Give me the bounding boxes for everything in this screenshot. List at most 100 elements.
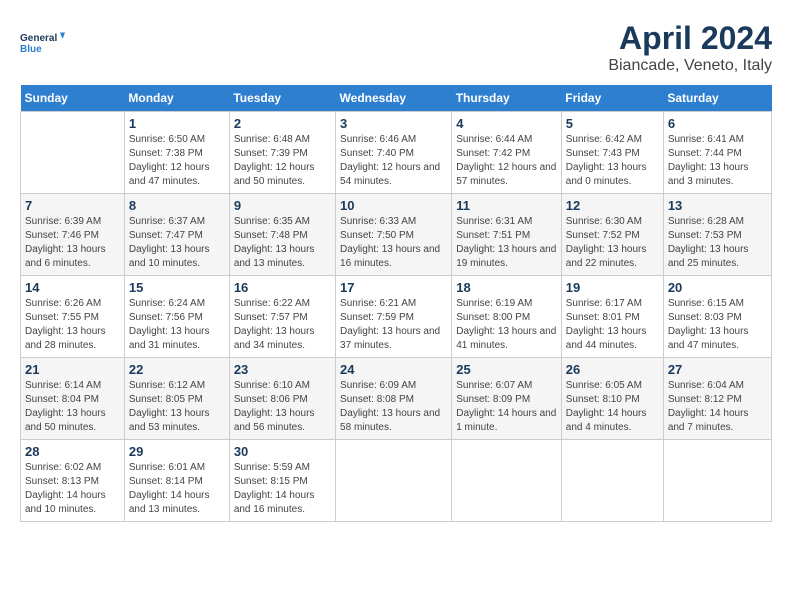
calendar-day-cell: 29 Sunrise: 6:01 AMSunset: 8:14 PMDaylig… <box>124 440 229 522</box>
calendar-day-cell: 23 Sunrise: 6:10 AMSunset: 8:06 PMDaylig… <box>229 358 335 440</box>
day-number: 14 <box>25 280 120 295</box>
calendar-day-cell: 27 Sunrise: 6:04 AMSunset: 8:12 PMDaylig… <box>663 358 771 440</box>
header-sunday: Sunday <box>21 85 125 112</box>
day-number: 28 <box>25 444 120 459</box>
calendar-day-cell: 18 Sunrise: 6:19 AMSunset: 8:00 PMDaylig… <box>452 276 562 358</box>
calendar-day-cell: 1 Sunrise: 6:50 AMSunset: 7:38 PMDayligh… <box>124 112 229 194</box>
calendar-day-cell: 21 Sunrise: 6:14 AMSunset: 8:04 PMDaylig… <box>21 358 125 440</box>
calendar-day-cell: 11 Sunrise: 6:31 AMSunset: 7:51 PMDaylig… <box>452 194 562 276</box>
header-saturday: Saturday <box>663 85 771 112</box>
day-info: Sunrise: 6:31 AMSunset: 7:51 PMDaylight:… <box>456 215 557 271</box>
day-info: Sunrise: 6:39 AMSunset: 7:46 PMDaylight:… <box>25 215 120 271</box>
calendar-week-row: 21 Sunrise: 6:14 AMSunset: 8:04 PMDaylig… <box>21 358 772 440</box>
calendar-day-cell <box>663 440 771 522</box>
svg-text:Blue: Blue <box>20 44 42 55</box>
day-info: Sunrise: 6:14 AMSunset: 8:04 PMDaylight:… <box>25 379 120 435</box>
day-info: Sunrise: 6:07 AMSunset: 8:09 PMDaylight:… <box>456 379 557 435</box>
day-info: Sunrise: 6:37 AMSunset: 7:47 PMDaylight:… <box>129 215 225 271</box>
day-info: Sunrise: 6:15 AMSunset: 8:03 PMDaylight:… <box>668 297 767 353</box>
day-number: 10 <box>340 198 447 213</box>
title-block: April 2024 Biancade, Veneto, Italy <box>608 20 772 75</box>
calendar-day-cell: 28 Sunrise: 6:02 AMSunset: 8:13 PMDaylig… <box>21 440 125 522</box>
header-tuesday: Tuesday <box>229 85 335 112</box>
day-info: Sunrise: 6:05 AMSunset: 8:10 PMDaylight:… <box>566 379 659 435</box>
day-info: Sunrise: 6:41 AMSunset: 7:44 PMDaylight:… <box>668 133 767 189</box>
day-number: 16 <box>234 280 331 295</box>
day-number: 26 <box>566 362 659 377</box>
day-info: Sunrise: 6:33 AMSunset: 7:50 PMDaylight:… <box>340 215 447 271</box>
day-number: 2 <box>234 116 331 131</box>
logo: General Blue <box>20 20 65 65</box>
calendar-day-cell: 19 Sunrise: 6:17 AMSunset: 8:01 PMDaylig… <box>561 276 663 358</box>
calendar-header-row: Sunday Monday Tuesday Wednesday Thursday… <box>21 85 772 112</box>
calendar-week-row: 7 Sunrise: 6:39 AMSunset: 7:46 PMDayligh… <box>21 194 772 276</box>
day-info: Sunrise: 6:19 AMSunset: 8:00 PMDaylight:… <box>456 297 557 353</box>
calendar-day-cell: 4 Sunrise: 6:44 AMSunset: 7:42 PMDayligh… <box>452 112 562 194</box>
calendar-day-cell: 3 Sunrise: 6:46 AMSunset: 7:40 PMDayligh… <box>336 112 452 194</box>
day-info: Sunrise: 6:02 AMSunset: 8:13 PMDaylight:… <box>25 461 120 517</box>
logo-svg: General Blue <box>20 20 65 65</box>
day-info: Sunrise: 6:48 AMSunset: 7:39 PMDaylight:… <box>234 133 331 189</box>
day-info: Sunrise: 6:12 AMSunset: 8:05 PMDaylight:… <box>129 379 225 435</box>
day-info: Sunrise: 6:42 AMSunset: 7:43 PMDaylight:… <box>566 133 659 189</box>
day-number: 13 <box>668 198 767 213</box>
day-info: Sunrise: 6:04 AMSunset: 8:12 PMDaylight:… <box>668 379 767 435</box>
day-info: Sunrise: 6:21 AMSunset: 7:59 PMDaylight:… <box>340 297 447 353</box>
calendar-week-row: 1 Sunrise: 6:50 AMSunset: 7:38 PMDayligh… <box>21 112 772 194</box>
page-title: April 2024 <box>608 20 772 57</box>
calendar-day-cell: 14 Sunrise: 6:26 AMSunset: 7:55 PMDaylig… <box>21 276 125 358</box>
day-info: Sunrise: 6:35 AMSunset: 7:48 PMDaylight:… <box>234 215 331 271</box>
day-info: Sunrise: 6:28 AMSunset: 7:53 PMDaylight:… <box>668 215 767 271</box>
day-info: Sunrise: 6:01 AMSunset: 8:14 PMDaylight:… <box>129 461 225 517</box>
day-number: 15 <box>129 280 225 295</box>
calendar-day-cell: 25 Sunrise: 6:07 AMSunset: 8:09 PMDaylig… <box>452 358 562 440</box>
calendar-day-cell: 16 Sunrise: 6:22 AMSunset: 7:57 PMDaylig… <box>229 276 335 358</box>
calendar-day-cell: 10 Sunrise: 6:33 AMSunset: 7:50 PMDaylig… <box>336 194 452 276</box>
calendar-day-cell: 24 Sunrise: 6:09 AMSunset: 8:08 PMDaylig… <box>336 358 452 440</box>
calendar-day-cell <box>336 440 452 522</box>
calendar-day-cell <box>21 112 125 194</box>
day-number: 24 <box>340 362 447 377</box>
calendar-week-row: 28 Sunrise: 6:02 AMSunset: 8:13 PMDaylig… <box>21 440 772 522</box>
day-info: Sunrise: 6:46 AMSunset: 7:40 PMDaylight:… <box>340 133 447 189</box>
day-number: 20 <box>668 280 767 295</box>
day-info: Sunrise: 6:24 AMSunset: 7:56 PMDaylight:… <box>129 297 225 353</box>
day-number: 1 <box>129 116 225 131</box>
calendar-day-cell: 26 Sunrise: 6:05 AMSunset: 8:10 PMDaylig… <box>561 358 663 440</box>
day-info: Sunrise: 5:59 AMSunset: 8:15 PMDaylight:… <box>234 461 331 517</box>
day-number: 7 <box>25 198 120 213</box>
day-number: 30 <box>234 444 331 459</box>
calendar-day-cell: 13 Sunrise: 6:28 AMSunset: 7:53 PMDaylig… <box>663 194 771 276</box>
calendar-day-cell: 7 Sunrise: 6:39 AMSunset: 7:46 PMDayligh… <box>21 194 125 276</box>
page-subtitle: Biancade, Veneto, Italy <box>608 57 772 75</box>
header-monday: Monday <box>124 85 229 112</box>
day-number: 3 <box>340 116 447 131</box>
day-number: 22 <box>129 362 225 377</box>
header-friday: Friday <box>561 85 663 112</box>
calendar-day-cell: 8 Sunrise: 6:37 AMSunset: 7:47 PMDayligh… <box>124 194 229 276</box>
day-info: Sunrise: 6:50 AMSunset: 7:38 PMDaylight:… <box>129 133 225 189</box>
day-number: 25 <box>456 362 557 377</box>
calendar-day-cell: 30 Sunrise: 5:59 AMSunset: 8:15 PMDaylig… <box>229 440 335 522</box>
calendar-day-cell: 12 Sunrise: 6:30 AMSunset: 7:52 PMDaylig… <box>561 194 663 276</box>
day-number: 29 <box>129 444 225 459</box>
calendar-day-cell: 22 Sunrise: 6:12 AMSunset: 8:05 PMDaylig… <box>124 358 229 440</box>
header-wednesday: Wednesday <box>336 85 452 112</box>
day-number: 11 <box>456 198 557 213</box>
svg-text:General: General <box>20 33 57 44</box>
calendar-table: Sunday Monday Tuesday Wednesday Thursday… <box>20 85 772 522</box>
day-number: 23 <box>234 362 331 377</box>
calendar-week-row: 14 Sunrise: 6:26 AMSunset: 7:55 PMDaylig… <box>21 276 772 358</box>
calendar-day-cell: 17 Sunrise: 6:21 AMSunset: 7:59 PMDaylig… <box>336 276 452 358</box>
day-info: Sunrise: 6:22 AMSunset: 7:57 PMDaylight:… <box>234 297 331 353</box>
day-number: 18 <box>456 280 557 295</box>
calendar-day-cell: 20 Sunrise: 6:15 AMSunset: 8:03 PMDaylig… <box>663 276 771 358</box>
day-number: 21 <box>25 362 120 377</box>
calendar-day-cell: 6 Sunrise: 6:41 AMSunset: 7:44 PMDayligh… <box>663 112 771 194</box>
day-info: Sunrise: 6:10 AMSunset: 8:06 PMDaylight:… <box>234 379 331 435</box>
day-number: 4 <box>456 116 557 131</box>
page-header: General Blue April 2024 Biancade, Veneto… <box>20 20 772 75</box>
day-number: 6 <box>668 116 767 131</box>
calendar-day-cell: 2 Sunrise: 6:48 AMSunset: 7:39 PMDayligh… <box>229 112 335 194</box>
day-number: 5 <box>566 116 659 131</box>
